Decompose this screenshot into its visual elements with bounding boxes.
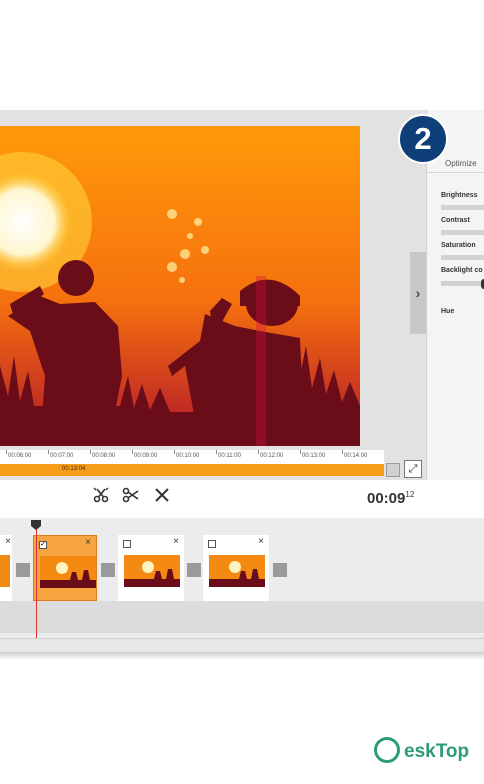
saturation-slider[interactable] <box>441 255 484 260</box>
ruler-label: 00:14:00 <box>344 453 368 459</box>
contrast-label: Contrast <box>441 217 470 224</box>
scissors-icon[interactable] <box>122 486 140 509</box>
playhead-handle[interactable] <box>31 520 41 530</box>
clip-preview <box>0 555 10 587</box>
clip-preview-image <box>209 555 265 587</box>
edit-toolbar: 00:0912 <box>0 480 484 518</box>
tab-optimize[interactable]: Optimize <box>445 159 477 168</box>
watermark-logo-icon <box>374 737 400 763</box>
ruler-label: 00:12:00 <box>260 453 284 459</box>
clip-preview <box>124 555 180 587</box>
close-icon[interactable]: × <box>5 536 11 547</box>
ruler-label: 00:13:00 <box>302 453 326 459</box>
ruler-label: 00:08:00 <box>92 453 116 459</box>
timecode-main: 00:09 <box>367 490 406 507</box>
progress-time-label: 00:13:04 <box>62 466 86 472</box>
transition-marker[interactable] <box>16 563 30 577</box>
preview-area: › 00:06:00 00:07:00 00:08:00 00:09:00 00… <box>0 110 426 480</box>
transition-marker[interactable] <box>273 563 287 577</box>
split-scissors-icon[interactable] <box>92 486 110 509</box>
ruler-tick <box>300 450 301 454</box>
watermark-text: eskTop <box>404 741 470 762</box>
saturation-label: Saturation <box>441 242 476 249</box>
clip-preview-image <box>124 555 180 587</box>
playback-progress-bar[interactable]: 00:13:04 <box>0 464 384 476</box>
video-preview[interactable] <box>0 126 360 446</box>
brightness-label: Brightness <box>441 192 478 199</box>
clip-preview <box>40 556 96 588</box>
time-ruler[interactable]: 00:06:00 00:07:00 00:08:00 00:09:00 00:1… <box>0 450 384 464</box>
sunset-silhouette-frame <box>0 126 360 446</box>
clip-checkbox-checked[interactable]: ✓ <box>39 541 47 549</box>
timecode-frames: 12 <box>405 490 415 499</box>
grid-view-button[interactable] <box>386 463 400 477</box>
backlight-label: Backlight co <box>441 267 483 274</box>
scissors-glyph <box>122 487 139 503</box>
ruler-tick <box>342 450 343 454</box>
transition-marker[interactable] <box>187 563 201 577</box>
clip-checkbox[interactable] <box>208 540 216 548</box>
contrast-slider[interactable] <box>441 230 484 235</box>
clip-thumbnail-selected[interactable]: ✓ × <box>33 535 97 601</box>
backlight-slider[interactable] <box>441 281 484 286</box>
expand-icon: ⤢ <box>408 463 418 475</box>
transition-marker[interactable] <box>101 563 115 577</box>
storyboard-timeline[interactable]: × ✓ × × × <box>0 518 484 638</box>
chevron-right-icon: › <box>415 285 421 301</box>
timecode-display: 00:0912 <box>367 490 414 507</box>
brightness-slider[interactable] <box>441 205 484 210</box>
panel-collapse-handle[interactable]: › <box>410 252 426 334</box>
close-icon[interactable]: × <box>258 536 264 547</box>
playhead-line[interactable] <box>36 521 37 638</box>
ruler-label: 00:09:00 <box>134 453 158 459</box>
video-editor-window: › 00:06:00 00:07:00 00:08:00 00:09:00 00… <box>0 110 484 659</box>
step-badge: 2 <box>398 114 448 164</box>
close-icon[interactable]: × <box>173 536 179 547</box>
clip-checkbox[interactable] <box>123 540 131 548</box>
fullscreen-button[interactable]: ⤢ <box>404 460 422 478</box>
split-scissors-glyph <box>93 487 109 503</box>
clip-thumbnail[interactable]: × <box>203 535 269 601</box>
clip-preview-image <box>40 556 96 588</box>
window-shadow <box>0 652 484 660</box>
ruler-tick <box>6 450 7 454</box>
timeline-track <box>0 601 484 633</box>
ruler-label: 00:07:00 <box>50 453 74 459</box>
hue-label: Hue <box>441 308 455 315</box>
ruler-tick <box>48 450 49 454</box>
ruler-label: 00:06:00 <box>8 453 32 459</box>
delete-x-glyph <box>155 488 169 502</box>
clip-preview <box>209 555 265 587</box>
clip-thumbnail[interactable]: × <box>118 535 184 601</box>
ruler-tick <box>90 450 91 454</box>
optimize-panel: Optimize Brightness Contrast Saturation … <box>426 110 484 480</box>
ruler-label: 00:10:00 <box>176 453 200 459</box>
watermark: eskTop <box>374 735 476 769</box>
panel-divider <box>427 172 484 173</box>
ruler-label: 00:11:00 <box>218 453 241 459</box>
clip-thumbnail[interactable]: × <box>0 535 12 601</box>
ruler-tick <box>174 450 175 454</box>
ruler-tick <box>132 450 133 454</box>
delete-x-icon[interactable] <box>153 486 171 509</box>
ruler-tick <box>216 450 217 454</box>
ruler-tick <box>258 450 259 454</box>
close-icon[interactable]: × <box>85 537 91 548</box>
